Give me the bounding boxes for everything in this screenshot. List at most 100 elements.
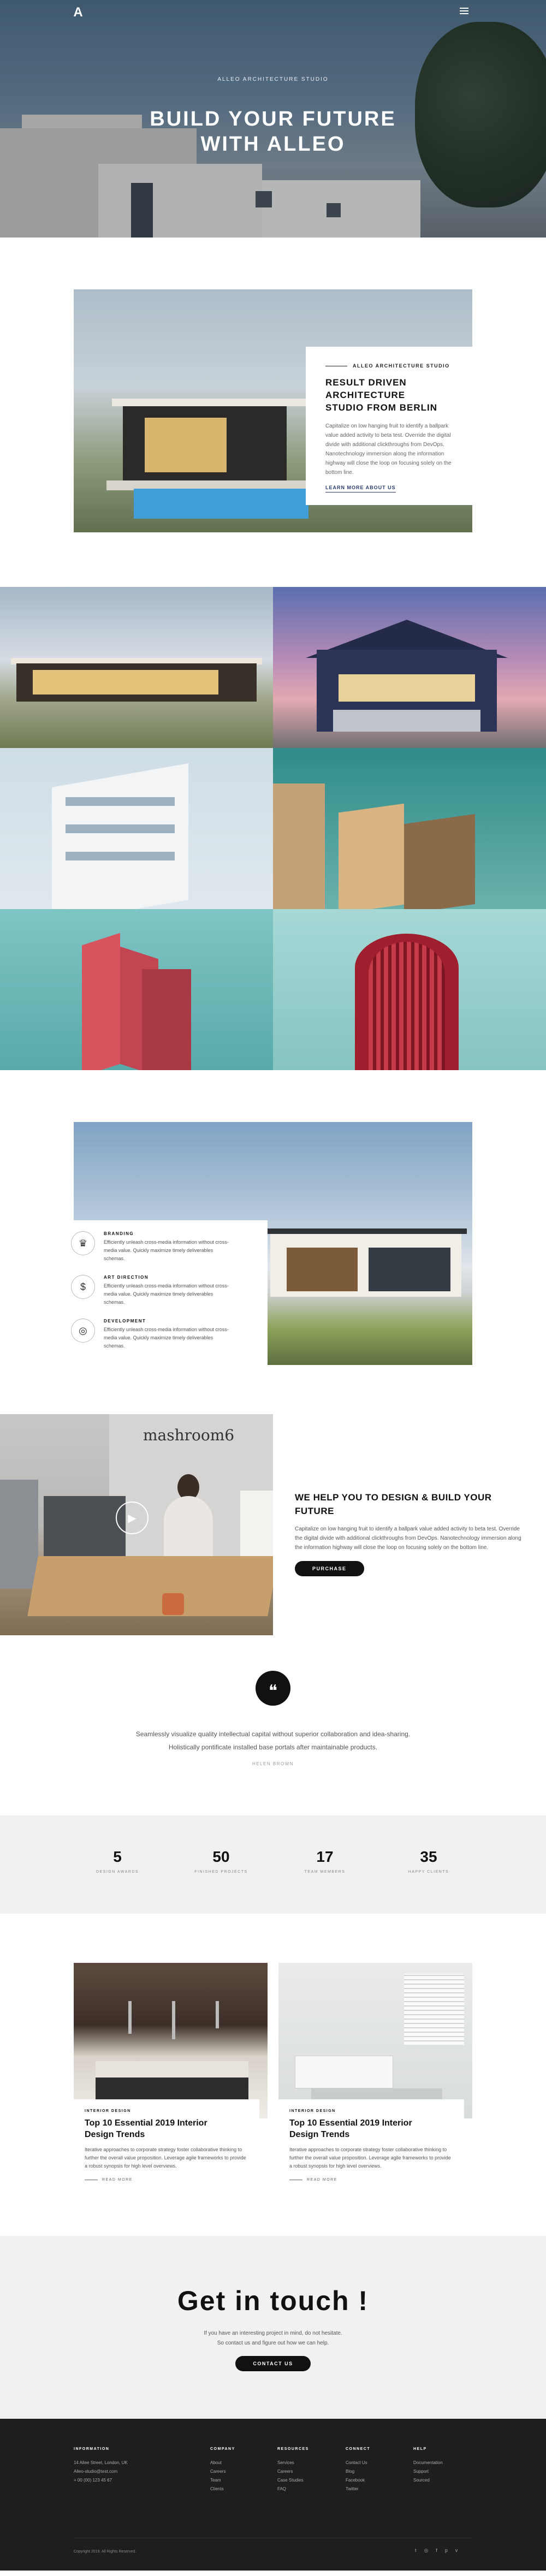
post-category: INTERIOR DESIGN: [85, 2109, 131, 2113]
intro-eyebrow: ALLEO ARCHITECTURE STUDIO: [325, 363, 461, 369]
logo[interactable]: A: [71, 5, 85, 20]
photo-shape: [44, 1496, 126, 1556]
gallery: [0, 587, 546, 1070]
hero-title-line: WITH ALLEO: [200, 133, 346, 156]
gallery-image[interactable]: [273, 748, 546, 909]
intro-eyebrow-text: ALLEO ARCHITECTURE STUDIO: [353, 363, 450, 369]
footer-link[interactable]: Support: [413, 2467, 443, 2476]
intro-title: RESULT DRIVEN ARCHITECTURE STUDIO FROM B…: [325, 376, 461, 414]
hero-title: BUILD YOUR FUTURE WITH ALLEO: [0, 106, 546, 157]
feature-title: BRANDING: [104, 1231, 134, 1236]
footer-column-connect: CONNECT Contact Us Blog Facebook Twitter: [346, 2447, 370, 2494]
post-title[interactable]: Top 10 Essential 2019 Interior Design Tr…: [289, 2117, 453, 2140]
feature-title: ART DIRECTION: [104, 1275, 149, 1280]
post-title-line: Design Trends: [289, 2130, 350, 2139]
footer-link[interactable]: Contact Us: [346, 2459, 370, 2467]
intro-card: ALLEO ARCHITECTURE STUDIO RESULT DRIVEN …: [306, 347, 480, 505]
footer-link[interactable]: Clients: [210, 2485, 235, 2494]
contact-line: If you have an interesting project in mi…: [204, 2330, 342, 2336]
help-title-line: FUTURE: [295, 1506, 334, 1516]
footer-link[interactable]: Team: [210, 2476, 235, 2485]
blog-post-image[interactable]: [278, 1963, 472, 2118]
photo-shape: [287, 1248, 358, 1291]
crown-icon: ♛: [71, 1231, 95, 1255]
testimonial-section: ❝ Seamlessly visualize quality intellect…: [0, 1671, 546, 1815]
contact-us-button[interactable]: CONTACT US: [235, 2356, 311, 2371]
blog-post-image[interactable]: [74, 1963, 268, 2118]
post-title-line: Design Trends: [85, 2130, 145, 2139]
features-section: ♛ BRANDING Efficiently unleash cross-med…: [0, 1070, 546, 1398]
feature-title: DEVELOPMENT: [104, 1319, 146, 1323]
vimeo-icon[interactable]: v: [455, 2548, 458, 2554]
blog-post: INTERIOR DESIGN Top 10 Essential 2019 In…: [74, 1963, 268, 2209]
feature-text: Efficiently unleash cross-media informat…: [104, 1283, 229, 1305]
help-text: Capitalize on low hanging fruit to ident…: [295, 1526, 521, 1551]
gallery-image[interactable]: [0, 909, 273, 1070]
gallery-image[interactable]: [0, 587, 273, 748]
stat-label: DESIGN AWARDS: [96, 1870, 139, 1874]
blog-post: INTERIOR DESIGN Top 10 Essential 2019 In…: [278, 1963, 472, 2209]
photo-shape: [0, 1480, 38, 1589]
contact-text: If you have an interesting project in mi…: [0, 2329, 546, 2348]
blog-post-body: INTERIOR DESIGN Top 10 Essential 2019 In…: [278, 2099, 464, 2209]
help-text-block: WE HELP YOU TO DESIGN & BUILD YOUR FUTUR…: [295, 1436, 524, 1576]
contact-section: Get in touch ! If you have an interestin…: [0, 2236, 546, 2419]
stat-label: FINISHED PROJECTS: [194, 1870, 248, 1874]
footer-email-link[interactable]: Alleo-studio@test.com: [74, 2467, 128, 2476]
blog-post-body: INTERIOR DESIGN Top 10 Essential 2019 In…: [74, 2099, 259, 2209]
footer-column-title: HELP: [413, 2447, 427, 2451]
footer-link[interactable]: Services: [277, 2459, 309, 2467]
footer-column-title: INFORMATION: [74, 2447, 110, 2451]
gallery-image[interactable]: [273, 909, 546, 1070]
stat-label: TEAM MEMBERS: [304, 1870, 346, 1874]
testimonial-author: HELEN BROWN: [252, 1761, 294, 1766]
photo-shape: [265, 1228, 467, 1234]
stat-label: HAPPY CLIENTS: [408, 1870, 449, 1874]
footer-phone-link[interactable]: + 00 (00) 123 45 67: [74, 2476, 128, 2485]
post-title[interactable]: Top 10 Essential 2019 Interior Design Tr…: [85, 2117, 248, 2140]
instagram-icon[interactable]: ◎: [424, 2548, 429, 2554]
quote-icon: ❝: [256, 1671, 290, 1706]
footer-column-company: COMPANY About Careers Team Clients: [210, 2447, 235, 2494]
footer-address: 14 Allee Street, London, UK: [74, 2460, 128, 2465]
photo-shape: [134, 489, 308, 519]
testimonial-text: Seamlessly visualize quality intellectua…: [135, 1730, 411, 1751]
play-video-icon[interactable]: ▶: [116, 1501, 149, 1534]
pinterest-icon[interactable]: p: [445, 2548, 448, 2554]
footer-link[interactable]: Careers: [277, 2467, 309, 2476]
help-title: WE HELP YOU TO DESIGN & BUILD YOUR FUTUR…: [295, 1491, 524, 1518]
purchase-button[interactable]: PURCHASE: [295, 1561, 364, 1576]
footer-link[interactable]: Blog: [346, 2467, 370, 2476]
gallery-image[interactable]: [0, 748, 273, 909]
stat-item: 50 FINISHED PROJECTS: [169, 1848, 273, 1914]
copyright: Copyright 2019. All Rights Reserved.: [74, 2550, 136, 2554]
feature-text: Efficiently unleash cross-media informat…: [104, 1327, 229, 1349]
office-photo: mashroom6 ▶: [0, 1414, 273, 1635]
footer-link[interactable]: Twitter: [346, 2485, 370, 2494]
intro-section: ALLEO ARCHITECTURE STUDIO RESULT DRIVEN …: [0, 238, 546, 587]
footer-link[interactable]: Sourced: [413, 2476, 443, 2485]
intro-title-line: RESULT DRIVEN ARCHITECTURE: [325, 377, 407, 400]
read-more-link[interactable]: READ MORE: [85, 2178, 248, 2182]
contact-line: So contact us and figure out how we can …: [217, 2340, 329, 2346]
photo-shape: [240, 1491, 273, 1567]
hamburger-menu-icon[interactable]: [460, 8, 468, 14]
photo-shape: [164, 1496, 213, 1556]
help-title-line: WE HELP YOU TO DESIGN & BUILD YOUR: [295, 1492, 492, 1503]
twitter-icon[interactable]: t: [415, 2548, 417, 2554]
footer-link[interactable]: FAQ: [277, 2485, 309, 2494]
feature-item: ♛ BRANDING Efficiently unleash cross-med…: [71, 1231, 268, 1263]
facebook-icon[interactable]: f: [436, 2548, 437, 2554]
footer-link[interactable]: About: [210, 2459, 235, 2467]
read-more-link[interactable]: READ MORE: [289, 2178, 453, 2182]
learn-more-link[interactable]: LEARN MORE ABOUT US: [325, 485, 396, 492]
bulb-icon: ◎: [71, 1319, 95, 1343]
footer-link[interactable]: Documentation: [413, 2459, 443, 2467]
footer-link[interactable]: Case Studies: [277, 2476, 309, 2485]
feature-item: ◎ DEVELOPMENT Efficiently unleash cross-…: [71, 1319, 268, 1350]
gallery-image[interactable]: [273, 587, 546, 748]
social-links: t ◎ f p v: [415, 2548, 458, 2554]
footer-link[interactable]: Careers: [210, 2467, 235, 2476]
post-category: INTERIOR DESIGN: [289, 2109, 336, 2113]
footer-link[interactable]: Facebook: [346, 2476, 370, 2485]
